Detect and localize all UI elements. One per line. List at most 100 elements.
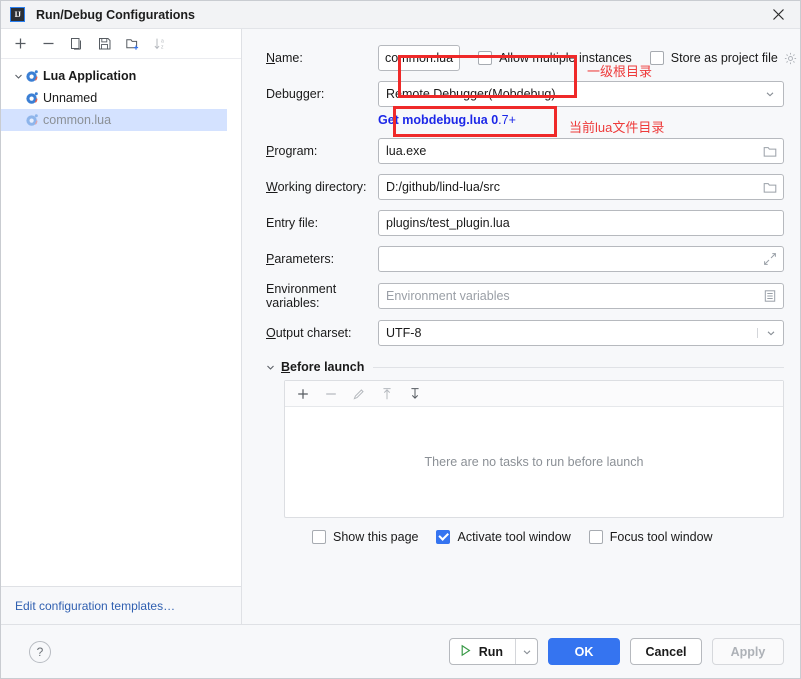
- cancel-button[interactable]: Cancel: [630, 638, 702, 665]
- program-value: lua.exe: [386, 144, 427, 158]
- remove-task-button[interactable]: [318, 382, 344, 406]
- svg-text:z: z: [161, 45, 164, 51]
- environment-variables-field[interactable]: Environment variables: [378, 283, 784, 309]
- get-mobdebug-link[interactable]: Get mobdebug.lua 0.7+: [378, 113, 516, 127]
- before-launch-title: Before launch: [281, 360, 365, 374]
- name-value: common.lua: [385, 51, 454, 65]
- mobdebug-link-row: Get mobdebug.lua 0.7+: [266, 113, 784, 127]
- entry-file-row: Entry file: plugins/test_plugin.lua: [266, 210, 784, 236]
- checkbox-box: [588, 530, 603, 544]
- expand-editor-icon[interactable]: [757, 247, 783, 271]
- chevron-down-icon[interactable]: [266, 363, 275, 372]
- ok-button[interactable]: OK: [548, 638, 620, 665]
- title-bar: IJ Run/Debug Configurations: [1, 1, 800, 29]
- tree-node-label: Unnamed: [43, 91, 98, 105]
- tree-node-unnamed[interactable]: Unnamed: [1, 87, 241, 109]
- activate-tool-window-checkbox[interactable]: Activate tool window: [436, 530, 571, 544]
- store-as-project-file-label: Store as project file: [670, 51, 778, 65]
- activate-tool-window-label: Activate tool window: [457, 530, 571, 544]
- add-task-button[interactable]: [290, 382, 316, 406]
- mobdebug-link-text: Get mobdebug.lua: [378, 113, 492, 127]
- gear-icon[interactable]: [784, 52, 797, 65]
- save-configuration-button[interactable]: [91, 32, 117, 56]
- before-launch-toolbar: [285, 381, 783, 407]
- arrow-down-icon[interactable]: [402, 382, 428, 406]
- run-button-label: Run: [478, 644, 503, 659]
- environment-variables-label: Environment variables:: [266, 282, 337, 310]
- allow-multiple-instances-checkbox[interactable]: Allow multiple instances: [478, 51, 632, 65]
- section-divider: [373, 366, 784, 368]
- configurations-footer: Edit configuration templates…: [1, 586, 241, 624]
- tree-node-common-lua[interactable]: common.lua: [1, 109, 227, 131]
- tree-node-lua-application[interactable]: Lua Application: [1, 65, 241, 87]
- parameters-label: Parameters:: [266, 252, 335, 266]
- lua-icon: [25, 113, 39, 127]
- entry-file-value: plugins/test_plugin.lua: [386, 216, 510, 230]
- focus-tool-window-label: Focus tool window: [609, 530, 713, 544]
- before-launch-empty-text: There are no tasks to run before launch: [424, 455, 644, 469]
- lua-icon: [25, 69, 39, 83]
- list-editor-icon[interactable]: [757, 284, 783, 308]
- working-directory-row: Working directory: D:/github/lind-lua/sr…: [266, 174, 784, 200]
- name-row: Name: common.lua Allow multiple instance…: [266, 45, 796, 71]
- output-charset-label: Output charset:: [266, 326, 352, 340]
- name-label: Name:: [266, 51, 303, 65]
- show-this-page-checkbox[interactable]: Show this page: [312, 530, 418, 544]
- chevron-down-icon[interactable]: [11, 72, 25, 81]
- working-directory-field[interactable]: D:/github/lind-lua/src: [378, 174, 784, 200]
- program-field[interactable]: lua.exe: [378, 138, 784, 164]
- copy-configuration-button[interactable]: [63, 32, 89, 56]
- entry-file-label: Entry file:: [266, 216, 319, 230]
- mobdebug-link-version-rest: .7+: [498, 113, 516, 127]
- show-this-page-label: Show this page: [333, 530, 419, 544]
- lua-icon: [25, 91, 39, 105]
- configurations-tree[interactable]: Lua Application Unnamed common.lua: [1, 59, 241, 586]
- chevron-down-icon[interactable]: [757, 328, 783, 338]
- checkbox-box: [649, 51, 664, 65]
- logo-text: IJ: [14, 10, 21, 19]
- remove-configuration-button[interactable]: [35, 32, 61, 56]
- edit-configuration-templates-link[interactable]: Edit configuration templates…: [15, 599, 175, 613]
- debugger-combobox[interactable]: Remote Debugger(Mobdebug): [378, 81, 784, 107]
- debugger-value: Remote Debugger(Mobdebug): [386, 87, 556, 101]
- arrow-up-icon[interactable]: [374, 382, 400, 406]
- apply-button[interactable]: Apply: [712, 638, 784, 665]
- run-debug-configurations-dialog: IJ Run/Debug Configurations a z Lua Appl…: [0, 0, 801, 679]
- output-charset-row: Output charset: UTF-8: [266, 320, 784, 346]
- parameters-value: [379, 247, 757, 271]
- configurations-panel: a z Lua Application Unnamed common.lua E…: [1, 29, 242, 624]
- environment-variables-row: Environment variables: Environment varia…: [266, 282, 784, 310]
- before-launch-header: Before launch: [266, 360, 784, 374]
- browse-folder-icon[interactable]: [757, 175, 783, 199]
- sort-configurations-button[interactable]: a z: [147, 32, 173, 56]
- output-charset-combobox[interactable]: UTF-8: [378, 320, 784, 346]
- entry-file-field[interactable]: plugins/test_plugin.lua: [378, 210, 784, 236]
- parameters-field[interactable]: [378, 246, 784, 272]
- run-dropdown-button[interactable]: [515, 639, 537, 664]
- environment-variables-placeholder: Environment variables: [386, 289, 510, 303]
- browse-folder-icon[interactable]: [757, 139, 783, 163]
- intellij-logo-icon: IJ: [10, 7, 25, 22]
- name-field[interactable]: common.lua: [378, 45, 461, 71]
- help-button[interactable]: ?: [29, 640, 51, 663]
- store-as-project-file-checkbox[interactable]: Store as project file: [649, 51, 797, 65]
- pencil-icon[interactable]: [346, 382, 372, 406]
- configurations-toolbar: a z: [1, 29, 241, 59]
- new-folder-button[interactable]: [119, 32, 145, 56]
- chevron-down-icon[interactable]: [757, 89, 783, 99]
- add-configuration-button[interactable]: [7, 32, 33, 56]
- parameters-row: Parameters:: [266, 246, 784, 272]
- tree-node-label: common.lua: [43, 113, 112, 127]
- checkbox-box: [436, 530, 451, 544]
- checkbox-box: [312, 530, 326, 544]
- tree-node-label: Lua Application: [43, 69, 137, 83]
- run-button-group[interactable]: Run: [448, 638, 538, 665]
- dialog-body: a z Lua Application Unnamed common.lua E…: [1, 29, 800, 624]
- run-button[interactable]: Run: [450, 639, 515, 664]
- focus-tool-window-checkbox[interactable]: Focus tool window: [588, 530, 713, 544]
- debugger-label: Debugger:: [266, 87, 325, 101]
- program-row: Program: lua.exe: [266, 138, 784, 164]
- close-icon[interactable]: [756, 1, 800, 28]
- working-directory-label: Working directory:: [266, 180, 367, 194]
- launch-options-row: Show this page Activate tool window Focu…: [266, 530, 784, 544]
